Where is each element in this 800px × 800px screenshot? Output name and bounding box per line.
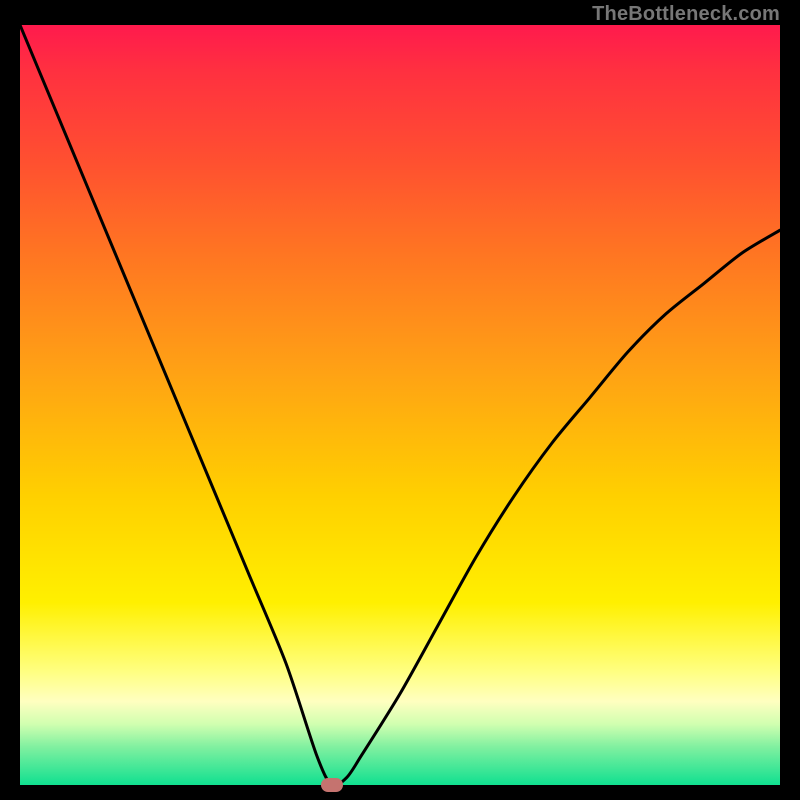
watermark-text: TheBottleneck.com xyxy=(592,3,780,26)
curve-layer xyxy=(20,25,780,785)
minimum-marker xyxy=(321,778,343,792)
chart-frame: TheBottleneck.com xyxy=(0,0,800,800)
bottleneck-curve xyxy=(20,25,780,785)
